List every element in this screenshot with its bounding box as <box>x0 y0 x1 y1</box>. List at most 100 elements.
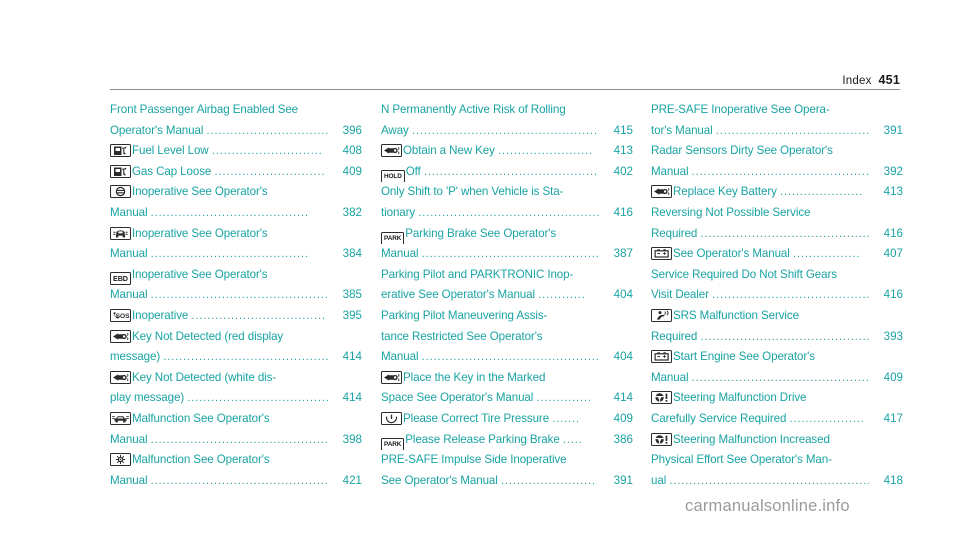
index-entry-label: Space See Operator's Manual <box>381 391 534 405</box>
index-entry[interactable]: PRE-SAFE Inoperative See Opera-tor's Man… <box>651 100 903 141</box>
index-entry-line: PRE-SAFE Impulse Side Inoperative <box>381 450 633 471</box>
index-entry-line: Manual .................................… <box>110 430 362 451</box>
index-entry[interactable]: Service Required Do Not Shift Gears Visit… <box>651 265 903 306</box>
index-entry[interactable]: Parking Pilot and PARKTRONIC Inop-erativ… <box>381 265 633 306</box>
index-entry[interactable]: Only Shift to 'P' when Vehicle is Sta-ti… <box>381 182 633 223</box>
index-entry-text-wrap: Steering Malfunction Drive <box>651 391 807 405</box>
index-entry-line: Required ...............................… <box>651 224 903 245</box>
hold-icon: HOLD <box>381 169 405 183</box>
index-entry-line: Parking Pilot and PARKTRONIC Inop- <box>381 265 633 286</box>
index-entry-line: Malfunction See Operator's <box>110 409 362 430</box>
index-entry-text-wrap: Place the Key in the Marked <box>381 370 545 384</box>
index-entry-text-wrap: Gas Cap Loose ..........................… <box>110 162 325 183</box>
index-entry-label: Manual <box>110 473 148 487</box>
index-entry-label: Manual <box>110 247 148 261</box>
index-entry-label: play message) <box>110 391 185 405</box>
index-entry-text-wrap: Away ...................................… <box>381 121 599 142</box>
dot-leader: ........................................… <box>150 474 328 487</box>
index-entry-line: Radar Sensors Dirty See Operator's <box>651 141 903 162</box>
index-entry-line: Carefully Service Required .............… <box>651 409 903 430</box>
index-entry[interactable]: Malfunction See Operator's Manual .......… <box>110 409 362 450</box>
index-entry-text-wrap: Manual .................................… <box>651 162 869 183</box>
index-entry-label: Gas Cap Loose <box>132 164 212 178</box>
index-entry[interactable]: Inoperative See Operator's Manual .......… <box>110 224 362 265</box>
index-entry-line: See Operator's Manual ..................… <box>381 471 633 492</box>
index-entry-line: Manual .................................… <box>110 285 362 306</box>
index-entry-page: 382 <box>342 205 362 219</box>
index-entry-page: 384 <box>342 247 362 261</box>
index-entry[interactable]: Front Passenger Airbag Enabled See Operat… <box>110 100 362 141</box>
index-entry[interactable]: N Permanently Active Risk of Rolling Away… <box>381 100 633 141</box>
index-entry-line: Physical Effort See Operator's Man- <box>651 450 903 471</box>
index-entry-label: Inoperative See Operator's <box>132 226 268 240</box>
index-entry-page: 393 <box>883 329 903 343</box>
dot-leader: ........................ <box>501 474 596 487</box>
index-entry-line: Start Engine See Operator's <box>651 347 903 368</box>
index-entry-label: Radar Sensors Dirty See Operator's <box>651 144 833 158</box>
index-entry[interactable]: PARK Parking Brake See Operator's Manual .… <box>381 224 633 265</box>
index-entry-label: PRE-SAFE Inoperative See Opera- <box>651 103 830 116</box>
index-entry[interactable]: Inoperative See Operator's Manual .......… <box>110 182 362 223</box>
index-entry-label: See Operator's Manual <box>673 247 790 261</box>
index-entry-label: Reversing Not Possible Service <box>651 205 811 219</box>
index-entry-label: Key Not Detected (red display <box>132 329 284 343</box>
index-entry[interactable]: Parking Pilot Maneuvering Assis-tance Re… <box>381 306 633 368</box>
svg-text:SOS: SOS <box>116 313 130 320</box>
index-entry[interactable]: Malfunction See Operator's Manual .......… <box>110 450 362 491</box>
index-entry-line: Key Not Detected (white dis- <box>110 368 362 389</box>
index-entry-text-wrap: Key Not Detected (white dis- <box>110 370 276 384</box>
index-entry[interactable]: SRS Malfunction Service Required ........… <box>651 306 903 347</box>
index-entry-label: SRS Malfunction Service <box>673 308 799 322</box>
index-entry[interactable]: Key Not Detected (white dis-play message… <box>110 368 362 409</box>
index-entry-page: 387 <box>613 247 633 261</box>
index-entry-text-wrap: N Permanently Active Risk of Rolling <box>381 103 566 116</box>
index-entry[interactable]: EBD Inoperative See Operator's Manual ....… <box>110 265 362 306</box>
index-entry[interactable]: SOS Inoperative .........................… <box>110 306 362 327</box>
index-entry[interactable]: Steering Malfunction Increased Physical E… <box>651 430 903 492</box>
index-entry-text-wrap: Physical Effort See Operator's Man- <box>651 453 832 466</box>
index-entry-line: Manual .................................… <box>651 368 903 389</box>
index-entry-page: 402 <box>613 164 633 178</box>
index-entry[interactable]: PARK Please Release Parking Brake ..... 38… <box>381 430 633 451</box>
index-entry-line: HOLD Off ................................… <box>381 162 633 183</box>
index-entry-text-wrap: HOLD Off ................................… <box>381 162 599 183</box>
index-entry-page: 414 <box>342 350 362 364</box>
index-entry[interactable]: Please Correct Tire Pressure ....... 409 <box>381 409 633 430</box>
index-entry[interactable]: Reversing Not Possible Service Required .… <box>651 203 903 244</box>
index-entry-line: tance Restricted See Operator's <box>381 327 633 348</box>
index-entry-label: erative See Operator's Manual <box>381 288 535 302</box>
index-entry[interactable]: Place the Key in the Marked Space See Ope… <box>381 368 633 409</box>
index-entry-line: SRS Malfunction Service <box>651 306 903 327</box>
index-entry-line: Manual .................................… <box>110 203 362 224</box>
dot-leader: ........................................… <box>150 289 328 302</box>
index-entry[interactable]: Replace Key Battery ....................… <box>651 182 903 203</box>
index-entry[interactable]: Radar Sensors Dirty See Operator's Manual… <box>651 141 903 182</box>
dot-leader: ........................ <box>498 145 594 158</box>
fuel-pump-low-icon <box>110 144 131 158</box>
header-label: Index <box>842 75 872 87</box>
index-entry-line: Manual .................................… <box>381 244 633 265</box>
index-entry[interactable]: Gas Cap Loose ..........................… <box>110 162 362 183</box>
index-entry-text-wrap: tionary ................................… <box>381 203 599 224</box>
dot-leader: ........................................… <box>691 371 869 384</box>
index-entry-text-wrap: Service Required Do Not Shift Gears <box>651 268 837 281</box>
index-entry[interactable]: PRE-SAFE Impulse Side Inoperative See Ope… <box>381 450 633 491</box>
dot-leader: ........................................… <box>669 474 869 487</box>
index-entry[interactable]: Start Engine See Operator's Manual ......… <box>651 347 903 388</box>
index-entry[interactable]: Obtain a New Key .......................… <box>381 141 633 162</box>
index-entry[interactable]: Steering Malfunction Drive Carefully Serv… <box>651 388 903 429</box>
index-entry[interactable]: Key Not Detected (red display message) ..… <box>110 327 362 368</box>
index-entry-line: Replace Key Battery ....................… <box>651 182 903 203</box>
index-entry[interactable]: HOLD Off ................................… <box>381 162 633 183</box>
index-entry-line: Steering Malfunction Increased <box>651 430 903 451</box>
index-entry-text-wrap: Reversing Not Possible Service <box>651 206 810 219</box>
index-entry[interactable]: Fuel Level Low .........................… <box>110 141 362 162</box>
index-entry[interactable]: See Operator's Manual ................. 4… <box>651 244 903 265</box>
index-entry-text-wrap: play message) ..........................… <box>110 388 328 409</box>
index-entry-label: Steering Malfunction Drive <box>673 391 807 405</box>
dot-leader: ........................................… <box>423 165 599 178</box>
index-entry-page: 391 <box>613 473 633 487</box>
index-entry-label: Steering Malfunction Increased <box>673 432 830 446</box>
dot-leader: ........................................… <box>150 433 328 446</box>
dot-leader: ....... <box>552 412 580 425</box>
